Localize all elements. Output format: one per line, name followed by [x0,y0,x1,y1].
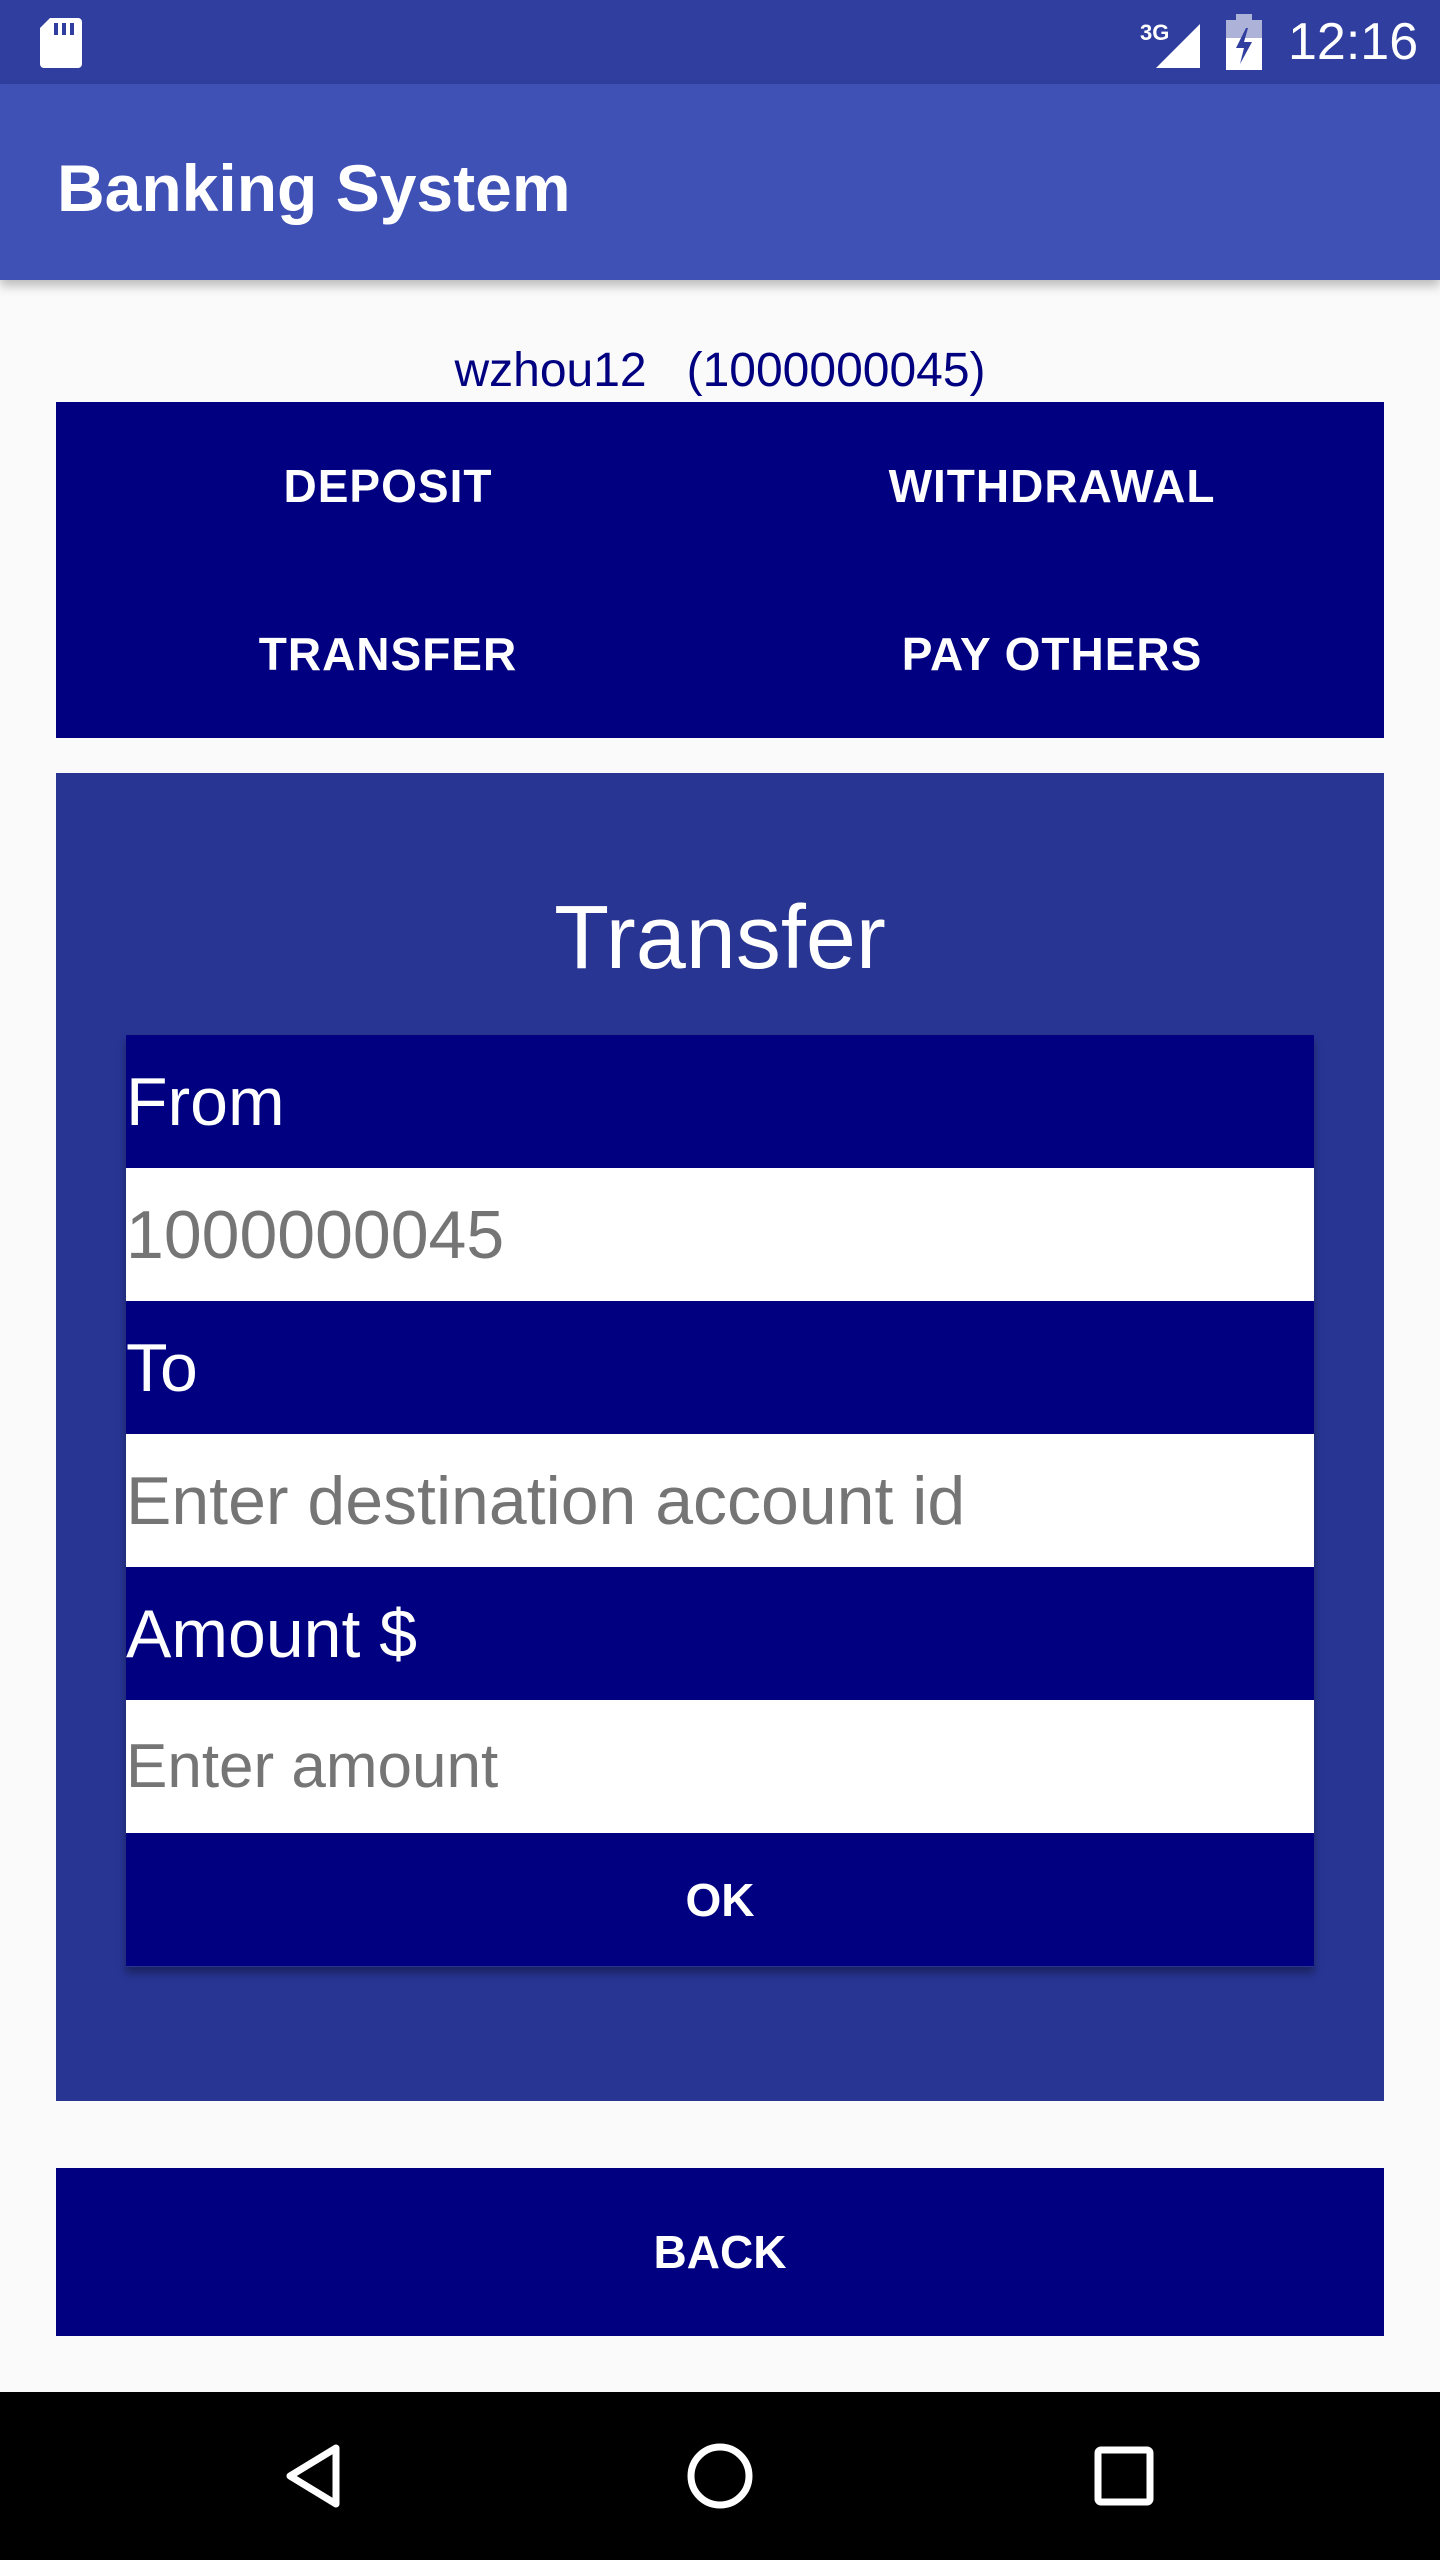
signal-icon: 3G [1140,20,1200,68]
from-label: From [126,1035,1314,1168]
amount-label: Amount $ [126,1567,1314,1700]
transfer-form: From To Amount $ OK [126,1035,1314,1967]
action-menu: DEPOSIT WITHDRAWAL TRANSFER PAY OTHERS [56,402,1384,738]
home-circle-icon[interactable] [680,2436,760,2516]
app-title: Banking System [57,151,571,225]
ok-button[interactable]: OK [126,1833,1314,1966]
pay-others-button[interactable]: PAY OTHERS [720,570,1384,738]
app-bar: Banking System [0,84,1440,280]
from-account-field[interactable] [126,1168,1314,1301]
panel-title: Transfer [554,888,886,988]
withdrawal-button[interactable]: WITHDRAWAL [720,402,1384,570]
to-field-row [126,1434,1314,1567]
battery-charging-icon [1226,14,1262,70]
clock: 12:16 [1288,13,1419,71]
navigation-bar [0,2392,1440,2560]
status-bar: 3G 12:16 [0,0,1440,84]
amount-field-row [126,1700,1314,1833]
amount-field[interactable] [126,1700,1314,1833]
to-label: To [126,1301,1314,1434]
transfer-button[interactable]: TRANSFER [56,570,720,738]
network-type-label: 3G [1140,20,1169,45]
back-button[interactable]: BACK [56,2168,1384,2336]
from-field-row [126,1168,1314,1301]
deposit-button[interactable]: DEPOSIT [56,402,720,570]
back-triangle-icon[interactable] [276,2436,356,2516]
destination-account-field[interactable] [126,1434,1314,1567]
recents-square-icon[interactable] [1084,2436,1164,2516]
transfer-panel: Transfer From To Amount $ OK [56,773,1384,2101]
sd-card-icon [40,18,82,68]
account-info: wzhou12 (1000000045) [454,344,986,397]
